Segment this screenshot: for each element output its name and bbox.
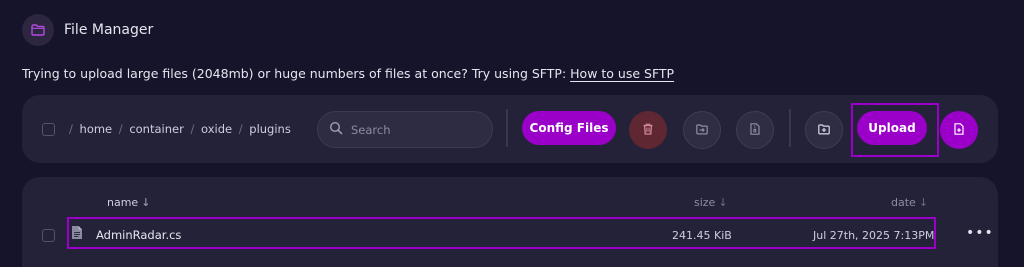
file-toolbar: / home / container / oxide / plugins Con… <box>22 95 998 163</box>
breadcrumb-container[interactable]: container <box>129 122 184 136</box>
sort-arrow-icon: ↓ <box>718 196 728 209</box>
archive-file-icon <box>748 121 762 140</box>
file-name[interactable]: AdminRadar.cs <box>96 228 181 242</box>
file-list: name ↓ size ↓ date ↓ AdminRadar.cs 241.45 K… <box>22 177 998 267</box>
app-header: File Manager <box>22 10 153 50</box>
breadcrumb-separator: / <box>118 122 123 136</box>
column-header-size[interactable]: size ↓ <box>694 196 728 209</box>
breadcrumb-oxide[interactable]: oxide <box>201 122 232 136</box>
trash-icon <box>641 121 655 140</box>
breadcrumb-home[interactable]: home <box>80 122 113 136</box>
delete-button[interactable] <box>629 111 667 149</box>
folder-icon <box>22 14 54 46</box>
file-size: 241.45 KiB <box>672 229 732 242</box>
table-row[interactable] <box>67 217 936 249</box>
column-header-date[interactable]: date ↓ <box>891 196 928 209</box>
breadcrumb-separator: / <box>238 122 243 136</box>
row-checkbox[interactable] <box>42 229 55 242</box>
column-header-size-label: size <box>694 196 716 209</box>
sftp-help-link[interactable]: How to use SFTP <box>570 66 674 81</box>
new-folder-icon <box>817 121 831 140</box>
new-file-icon <box>952 121 966 140</box>
move-button[interactable] <box>683 111 721 149</box>
breadcrumb-separator: / <box>190 122 195 136</box>
toolbar-divider <box>506 109 508 147</box>
sort-arrow-icon: ↓ <box>918 196 929 209</box>
archive-button[interactable] <box>736 111 774 149</box>
search-box[interactable] <box>317 111 493 148</box>
search-input[interactable] <box>349 121 479 138</box>
file-date: Jul 27th, 2025 7:13PM <box>813 229 935 242</box>
breadcrumb-separator: / <box>69 122 73 136</box>
file-icon <box>71 225 83 244</box>
search-icon <box>329 120 343 139</box>
upload-highlight <box>851 103 939 157</box>
new-folder-button[interactable] <box>805 111 843 149</box>
move-file-icon <box>695 121 709 140</box>
breadcrumb-plugins[interactable]: plugins <box>249 122 291 136</box>
column-header-name-label: name <box>107 196 139 209</box>
new-file-button[interactable] <box>940 111 978 149</box>
sftp-notice-text: Trying to upload large files (2048mb) or… <box>22 66 567 81</box>
row-menu-button[interactable]: ••• <box>966 225 994 241</box>
sftp-notice: Trying to upload large files (2048mb) or… <box>22 66 674 81</box>
column-header-date-label: date <box>891 196 916 209</box>
select-all-checkbox[interactable] <box>42 123 55 136</box>
config-files-button[interactable]: Config Files <box>522 111 616 145</box>
app-title: File Manager <box>64 22 154 38</box>
column-header-name[interactable]: name ↓ <box>107 196 150 209</box>
breadcrumb: / home / container / oxide / plugins <box>66 122 291 136</box>
sort-arrow-icon: ↓ <box>141 196 151 209</box>
toolbar-divider <box>789 109 791 147</box>
